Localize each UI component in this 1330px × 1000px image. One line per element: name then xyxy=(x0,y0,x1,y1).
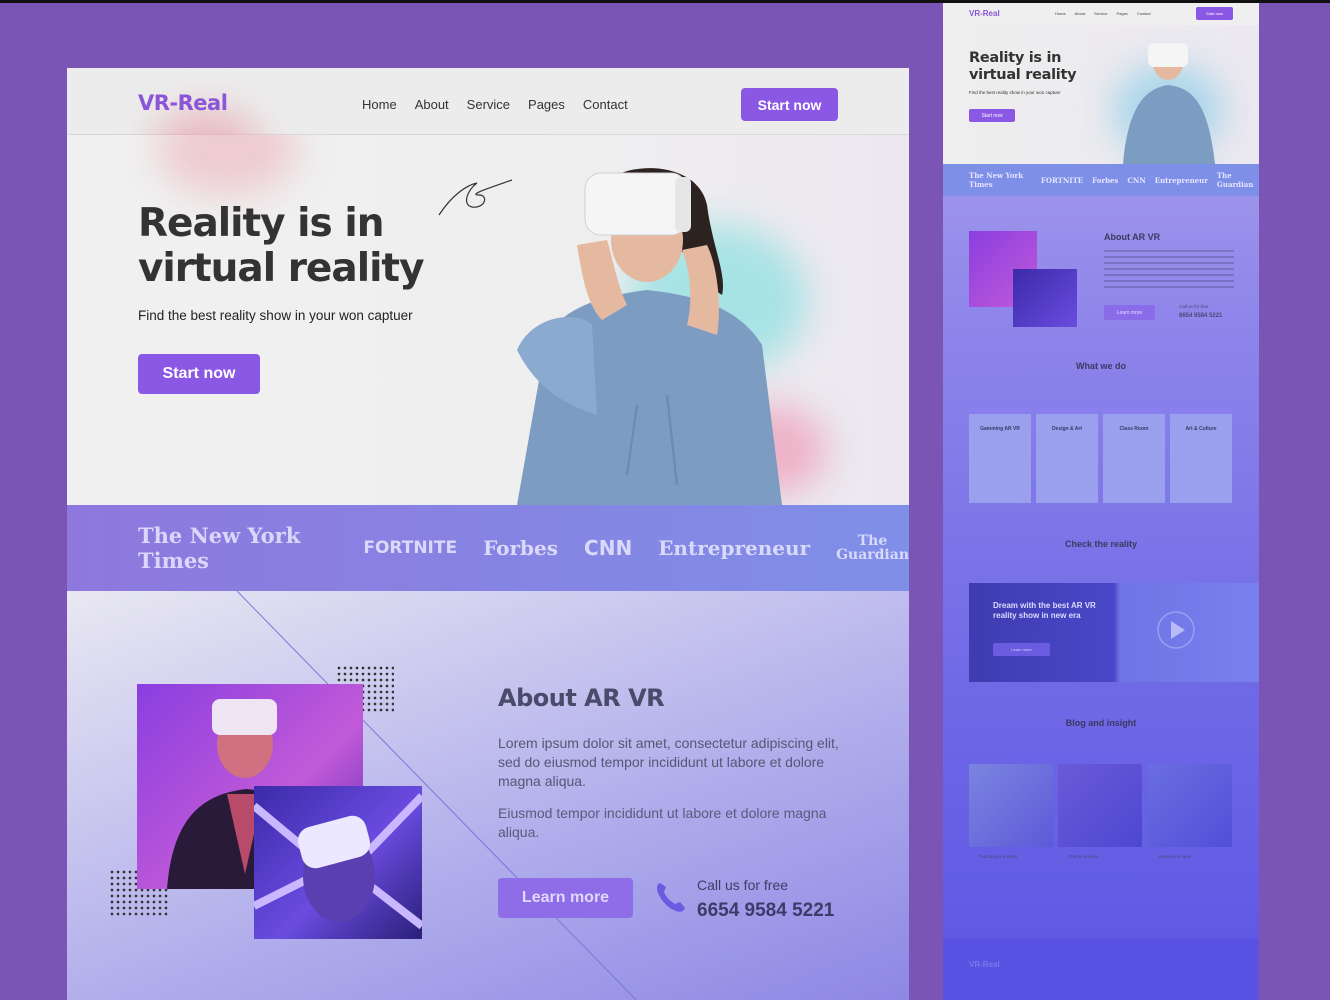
preview-logo-forbes: Forbes xyxy=(1092,175,1119,185)
hero-start-button[interactable]: Start now xyxy=(138,354,260,394)
preview-logo-fortnite: FORTNITE xyxy=(1040,175,1084,185)
logo-guardian: The Guardian xyxy=(836,533,909,563)
logo-cnn: CNN xyxy=(584,536,633,560)
preview-video-text: Dream with the best AR VR reality show i… xyxy=(993,601,1096,620)
preview-card-title: Gamming AR VR xyxy=(980,426,1020,432)
preview-footer: VR-Real xyxy=(943,938,1259,1000)
preview-header-button[interactable]: Start now xyxy=(1196,7,1233,20)
preview-nav: Home About Service Pages Contact xyxy=(1055,11,1151,16)
preview-hero-title: Reality is in virtual reality xyxy=(969,50,1077,83)
preview-card-classroom[interactable]: Class Room xyxy=(1103,408,1165,503)
preview-logo[interactable]: VR-Real xyxy=(969,9,1000,18)
preview-logos-band: The New York Times FORTNITE Forbes CNN E… xyxy=(943,164,1259,196)
press-logos-band: The New York Times FORTNITE Forbes CNN E… xyxy=(67,505,909,591)
preview-card-title: Art & Culture xyxy=(1185,426,1217,432)
preview-what-we-do-title: What we do xyxy=(1076,361,1126,371)
preview-about-title: About AR VR xyxy=(1104,232,1161,242)
preview-check-title: Check the reality xyxy=(1064,539,1138,549)
preview-nav-home[interactable]: Home xyxy=(1055,11,1066,16)
about-section: About AR VR Lorem ipsum dolor sit amet, … xyxy=(67,591,909,1000)
site-header: VR-Real Home About Service Pages Contact… xyxy=(67,68,909,188)
preview-about-text xyxy=(1104,250,1234,290)
preview-hero-button[interactable]: Start now xyxy=(969,109,1015,122)
preview-video-banner: Dream with the best AR VR reality show i… xyxy=(969,583,1259,682)
nav-service[interactable]: Service xyxy=(467,97,510,112)
call-label: Call us for free xyxy=(697,877,789,893)
about-paragraph-2: Eiusmod tempor incididunt ut labore et d… xyxy=(498,805,827,840)
preview-logo-nyt: The New York Times xyxy=(969,171,1024,189)
preview-blog-title: Blog and insight xyxy=(1065,718,1137,728)
preview-header: VR-Real Home About Service Pages Contact… xyxy=(943,3,1259,25)
preview-footer-logo[interactable]: VR-Real xyxy=(969,960,1000,969)
nav-pages[interactable]: Pages xyxy=(528,97,565,112)
preview-card-title: Class Room xyxy=(1119,426,1149,432)
preview-nav-service[interactable]: Service xyxy=(1094,11,1107,16)
hero-title: Reality is in virtual reality xyxy=(138,201,425,291)
preview-blog-label-1: Teaching is a talent xyxy=(979,854,1018,859)
preview-nav-pages[interactable]: Pages xyxy=(1116,11,1127,16)
preview-call-label: Call us for free xyxy=(1179,304,1209,309)
neon-woman-figure xyxy=(251,793,425,930)
preview-card-gaming[interactable]: Gamming AR VR xyxy=(969,408,1031,503)
preview-call-number[interactable]: 6654 9584 5221 xyxy=(1179,313,1222,319)
preview-hero-subtitle: Find the best reality show in your won c… xyxy=(969,90,1061,95)
preview-blog-card-1[interactable] xyxy=(969,764,1053,847)
preview-logo-entrepreneur: Entrepreneur xyxy=(1154,175,1208,185)
main-nav: Home About Service Pages Contact xyxy=(362,97,628,112)
preview-video-button[interactable]: Learn more xyxy=(993,643,1050,656)
vr-woman-neon-image xyxy=(251,786,425,939)
preview-card-title: Design & Art xyxy=(1051,426,1083,432)
about-paragraph-1: Lorem ipsum dolor sit amet, consectetur … xyxy=(498,735,839,789)
full-page-preview: VR-Real Home About Service Pages Contact… xyxy=(943,3,1259,1000)
preview-logo-guardian: The Guardian xyxy=(1216,171,1254,189)
about-title: About AR VR xyxy=(498,684,665,712)
preview-blog-card-2[interactable] xyxy=(1058,764,1142,847)
main-page-mockup: VR-Real Home About Service Pages Contact… xyxy=(67,68,909,1000)
preview-card-design[interactable]: Design & Art xyxy=(1036,408,1098,503)
hero-glow-pink xyxy=(157,135,297,195)
hero-section: Reality is in virtual reality Find the b… xyxy=(67,135,909,505)
preview-blog-label-2: Talents to learn xyxy=(1068,854,1099,859)
nav-home[interactable]: Home xyxy=(362,97,397,112)
play-icon[interactable] xyxy=(1156,610,1196,650)
preview-blog-label-3: Learning is open xyxy=(1158,854,1192,859)
nav-about[interactable]: About xyxy=(415,97,449,112)
header-start-button[interactable]: Start now xyxy=(741,88,838,121)
preview-logo-cnn: CNN xyxy=(1127,175,1146,185)
logo-entrepreneur: Entrepreneur xyxy=(658,536,811,560)
call-number[interactable]: 6654 9584 5221 xyxy=(697,900,834,922)
vr-woman-photo xyxy=(477,155,827,505)
preview-hero: Reality is in virtual reality Find the b… xyxy=(943,25,1259,164)
preview-blog-card-3[interactable] xyxy=(1148,764,1232,847)
preview-learn-more-button[interactable]: Learn more xyxy=(1104,305,1155,320)
preview-woman-figure xyxy=(1123,43,1215,164)
preview-nav-contact[interactable]: Contact xyxy=(1137,11,1151,16)
logo-fortnite: FORTNITE xyxy=(363,538,458,558)
preview-nav-about[interactable]: About xyxy=(1075,11,1085,16)
logo-nyt: The New York Times xyxy=(138,523,301,573)
site-logo[interactable]: VR-Real xyxy=(138,91,228,115)
preview-about-image-2 xyxy=(1013,269,1077,327)
hero-subtitle: Find the best reality show in your won c… xyxy=(138,308,413,323)
learn-more-button[interactable]: Learn more xyxy=(498,878,633,918)
woman-figure xyxy=(517,168,782,505)
phone-icon xyxy=(656,883,685,912)
preview-card-art[interactable]: Art & Culture xyxy=(1170,408,1232,503)
logo-forbes: Forbes xyxy=(483,536,559,560)
nav-contact[interactable]: Contact xyxy=(583,97,628,112)
